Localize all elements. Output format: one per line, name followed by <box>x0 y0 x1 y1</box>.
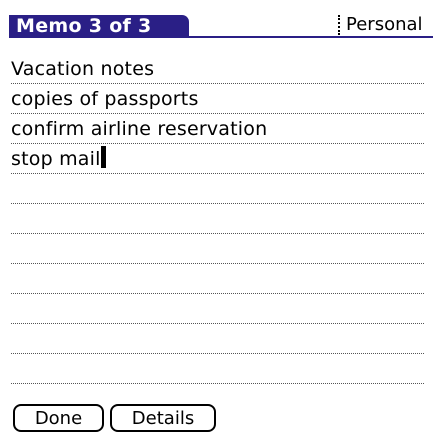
category-picker[interactable]: Personal <box>338 15 423 35</box>
text-cursor <box>100 146 106 168</box>
title-underline <box>9 36 433 38</box>
details-button[interactable]: Details <box>110 404 216 432</box>
memo-line[interactable]: Vacation notes <box>11 54 424 84</box>
memo-line[interactable] <box>11 324 424 354</box>
memo-line[interactable]: confirm airline reservation <box>11 114 424 144</box>
memo-line-text: confirm airline reservation <box>11 118 268 140</box>
memo-editor[interactable]: Vacation notes copies of passports confi… <box>11 54 424 384</box>
memo-line[interactable] <box>11 354 424 384</box>
memo-line[interactable] <box>11 174 424 204</box>
memo-line[interactable]: copies of passports <box>11 84 424 114</box>
title-bar: Memo 3 of 3 Personal <box>9 15 433 38</box>
memo-line-text: Vacation notes <box>11 58 155 80</box>
memo-line[interactable] <box>11 204 424 234</box>
memo-line[interactable] <box>11 234 424 264</box>
memo-line-text: copies of passports <box>11 88 199 110</box>
memo-line-text: stop mail <box>11 148 101 170</box>
memo-line[interactable]: stop mail <box>11 144 424 174</box>
done-button[interactable]: Done <box>13 404 104 432</box>
memo-line[interactable] <box>11 294 424 324</box>
memo-line[interactable] <box>11 264 424 294</box>
memo-title: Memo 3 of 3 <box>9 15 189 38</box>
